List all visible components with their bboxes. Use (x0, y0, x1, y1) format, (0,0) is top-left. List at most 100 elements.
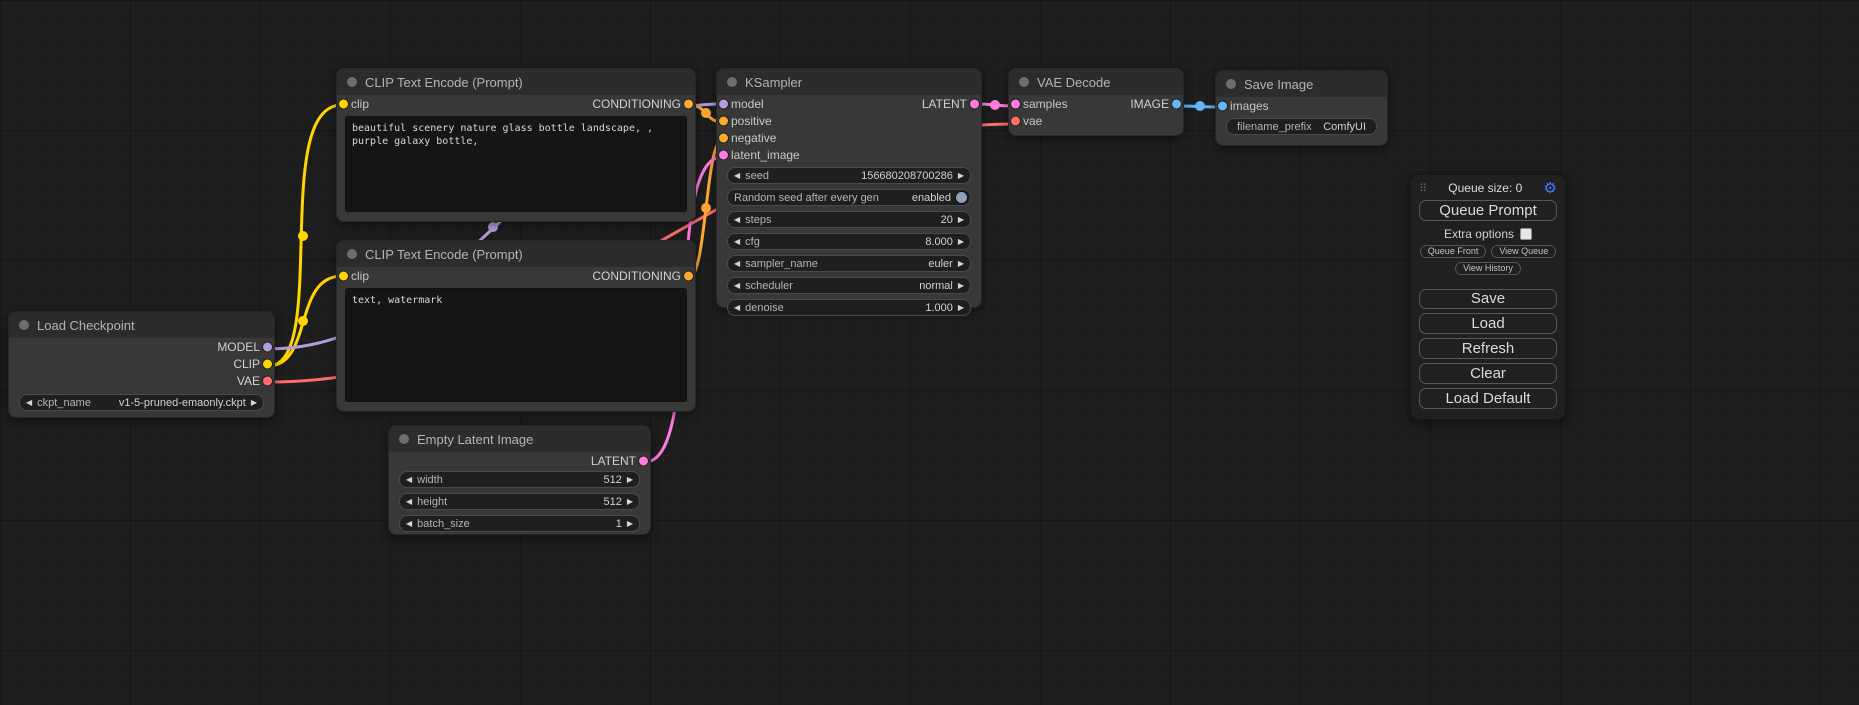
wire-midpoint-dot (990, 100, 1000, 110)
slot-dot-latent[interactable] (639, 456, 648, 465)
save-button[interactable]: Save (1419, 289, 1557, 310)
increment-arrow-icon[interactable]: ▶ (958, 172, 964, 180)
node-graph-canvas[interactable]: Load Checkpoint MODEL CLIP VAE ◀ ckpt_na… (0, 0, 1859, 705)
extra-options-row: Extra options (1419, 227, 1557, 241)
collapse-dot[interactable] (1226, 79, 1236, 89)
decrement-arrow-icon[interactable]: ◀ (734, 172, 740, 180)
increment-arrow-icon[interactable]: ▶ (627, 498, 633, 506)
wire-clip-to-positive-prompt (268, 105, 342, 366)
increment-arrow-icon[interactable]: ▶ (958, 304, 964, 312)
widget-sampler-name[interactable]: ◀ sampler_name euler ▶ (727, 255, 971, 272)
widget-batch-size[interactable]: ◀ batch_size 1 ▶ (399, 515, 640, 532)
widget-steps[interactable]: ◀ steps 20 ▶ (727, 211, 971, 228)
node-title-bar[interactable]: Save Image (1216, 71, 1387, 97)
input-dot-positive[interactable] (719, 116, 728, 125)
node-title: CLIP Text Encode (Prompt) (365, 247, 523, 262)
node-ksampler[interactable]: KSampler model LATENT positive negative … (716, 68, 982, 308)
collapse-dot[interactable] (1019, 77, 1029, 87)
input-slot-positive: positive (717, 112, 981, 129)
input-dot-clip[interactable] (339, 271, 348, 280)
widget-seed[interactable]: ◀ seed 156680208700286 ▶ (727, 167, 971, 184)
node-save-image[interactable]: Save Image images filename_prefix ComfyU… (1215, 70, 1388, 146)
node-title-bar[interactable]: VAE Decode (1009, 69, 1183, 95)
node-title: Save Image (1244, 77, 1313, 92)
decrement-arrow-icon[interactable]: ◀ (734, 216, 740, 224)
collapse-dot[interactable] (19, 320, 29, 330)
node-clip-text-encode-negative[interactable]: CLIP Text Encode (Prompt) clip CONDITION… (336, 240, 696, 412)
decrement-arrow-icon[interactable]: ◀ (734, 304, 740, 312)
input-dot-negative[interactable] (719, 133, 728, 142)
positive-prompt-textarea[interactable]: beautiful scenery nature glass bottle la… (345, 116, 687, 212)
collapse-dot[interactable] (727, 77, 737, 87)
node-load-checkpoint[interactable]: Load Checkpoint MODEL CLIP VAE ◀ ckpt_na… (8, 311, 275, 418)
input-slot-vae: vae (1009, 112, 1183, 129)
queue-prompt-button[interactable]: Queue Prompt (1419, 200, 1557, 221)
node-title-bar[interactable]: CLIP Text Encode (Prompt) (337, 241, 695, 267)
toggle-dot[interactable] (956, 192, 967, 203)
widget-ckpt-name[interactable]: ◀ ckpt_name v1-5-pruned-emaonly.ckpt ▶ (19, 394, 264, 411)
extra-options-label: Extra options (1444, 227, 1514, 241)
load-button[interactable]: Load (1419, 313, 1557, 334)
history-button-row: View History (1419, 262, 1557, 275)
input-dot-model[interactable] (719, 99, 728, 108)
collapse-dot[interactable] (347, 77, 357, 87)
output-dot-latent[interactable] (970, 99, 979, 108)
decrement-arrow-icon[interactable]: ◀ (406, 476, 412, 484)
clear-button[interactable]: Clear (1419, 363, 1557, 384)
widget-cfg[interactable]: ◀ cfg 8.000 ▶ (727, 233, 971, 250)
decrement-arrow-icon[interactable]: ◀ (734, 260, 740, 268)
widget-scheduler[interactable]: ◀ scheduler normal ▶ (727, 277, 971, 294)
increment-arrow-icon[interactable]: ▶ (627, 476, 633, 484)
slot-dot-model[interactable] (263, 342, 272, 351)
increment-arrow-icon[interactable]: ▶ (958, 238, 964, 246)
increment-arrow-icon[interactable]: ▶ (958, 282, 964, 290)
node-title-bar[interactable]: KSampler (717, 69, 981, 95)
increment-arrow-icon[interactable]: ▶ (627, 520, 633, 528)
widget-random-seed-toggle[interactable]: Random seed after every gen enabled (727, 189, 971, 206)
widget-width[interactable]: ◀ width 512 ▶ (399, 471, 640, 488)
node-vae-decode[interactable]: VAE Decode samples IMAGE vae (1008, 68, 1184, 136)
decrement-arrow-icon[interactable]: ◀ (734, 282, 740, 290)
input-dot-images[interactable] (1218, 101, 1227, 110)
negative-prompt-textarea[interactable]: text, watermark (345, 288, 687, 402)
drag-handle-icon[interactable]: ⠿ (1419, 182, 1427, 195)
refresh-button[interactable]: Refresh (1419, 338, 1557, 359)
view-history-button[interactable]: View History (1455, 262, 1521, 275)
input-dot-latent-image[interactable] (719, 150, 728, 159)
increment-arrow-icon[interactable]: ▶ (958, 260, 964, 268)
collapse-dot[interactable] (347, 249, 357, 259)
collapse-dot[interactable] (399, 434, 409, 444)
node-title-bar[interactable]: Load Checkpoint (9, 312, 274, 338)
output-slot-latent: LATENT (389, 452, 650, 469)
increment-arrow-icon[interactable]: ▶ (958, 216, 964, 224)
output-dot-conditioning[interactable] (684, 271, 693, 280)
slot-dot-vae[interactable] (263, 376, 272, 385)
node-clip-text-encode-positive[interactable]: CLIP Text Encode (Prompt) clip CONDITION… (336, 68, 696, 222)
queue-front-button[interactable]: Queue Front (1420, 245, 1487, 258)
input-dot-vae[interactable] (1011, 116, 1020, 125)
load-default-button[interactable]: Load Default (1419, 388, 1557, 409)
node-title-bar[interactable]: CLIP Text Encode (Prompt) (337, 69, 695, 95)
increment-arrow-icon[interactable]: ▶ (251, 399, 257, 407)
widget-filename-prefix[interactable]: filename_prefix ComfyUI (1226, 118, 1377, 135)
decrement-arrow-icon[interactable]: ◀ (26, 399, 32, 407)
slot-row: clip CONDITIONING (337, 267, 695, 284)
output-dot-image[interactable] (1172, 99, 1181, 108)
settings-gear-icon[interactable]: ⚙ (1544, 181, 1557, 196)
input-slot-negative: negative (717, 129, 981, 146)
node-title-bar[interactable]: Empty Latent Image (389, 426, 650, 452)
view-queue-button[interactable]: View Queue (1491, 245, 1556, 258)
widget-denoise[interactable]: ◀ denoise 1.000 ▶ (727, 299, 971, 316)
decrement-arrow-icon[interactable]: ◀ (406, 498, 412, 506)
input-dot-samples[interactable] (1011, 99, 1020, 108)
queue-panel: ⠿ Queue size: 0 ⚙ Queue Prompt Extra opt… (1410, 174, 1566, 420)
slot-dot-clip[interactable] (263, 359, 272, 368)
wire-midpoint-dot (1195, 101, 1205, 111)
node-empty-latent-image[interactable]: Empty Latent Image LATENT ◀ width 512 ▶ … (388, 425, 651, 535)
output-dot-conditioning[interactable] (684, 99, 693, 108)
decrement-arrow-icon[interactable]: ◀ (406, 520, 412, 528)
input-dot-clip[interactable] (339, 99, 348, 108)
extra-options-checkbox[interactable] (1520, 228, 1532, 240)
decrement-arrow-icon[interactable]: ◀ (734, 238, 740, 246)
widget-height[interactable]: ◀ height 512 ▶ (399, 493, 640, 510)
